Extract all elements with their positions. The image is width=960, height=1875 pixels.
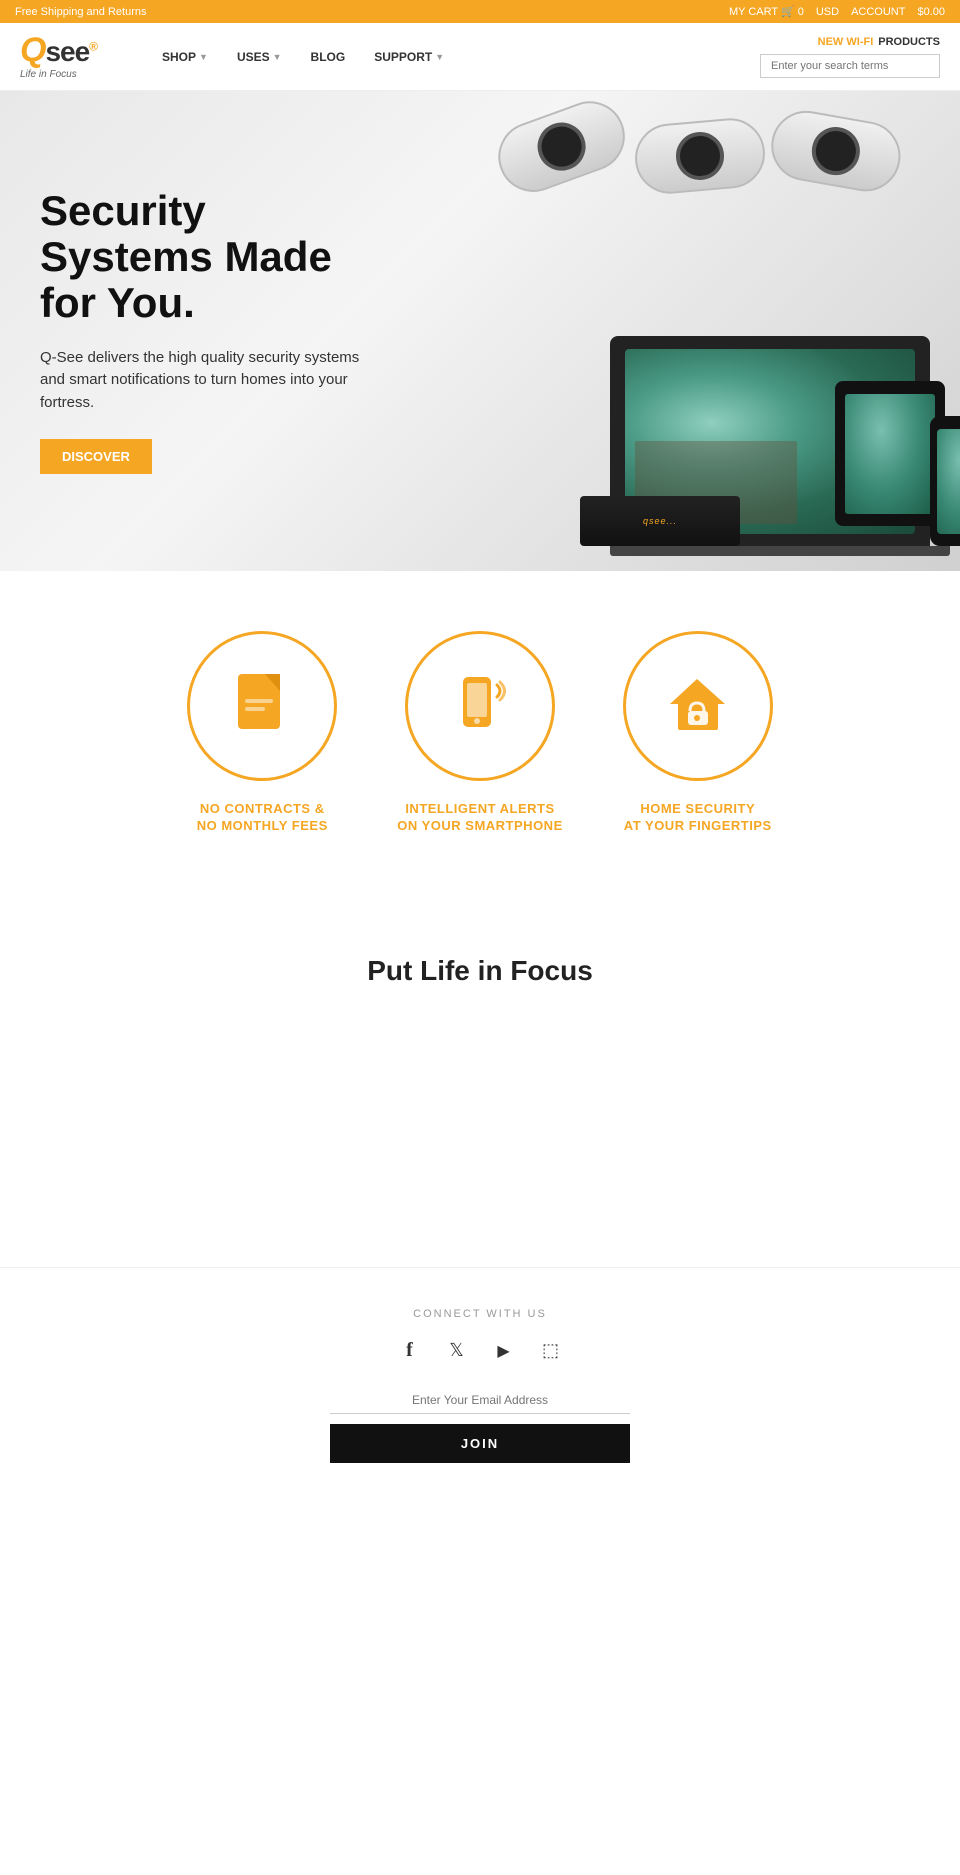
shop-chevron-icon: ▼: [199, 52, 208, 62]
instagram-icon[interactable]: ⬚: [535, 1335, 567, 1367]
feature-no-contracts: NO CONTRACTS & NO MONTHLY FEES: [187, 631, 337, 835]
connect-section: CONNECT WITH US f 𝕏 ▶ ⬚ JOIN: [0, 1267, 960, 1503]
home-security-line2: AT YOUR FINGERTIPS: [624, 818, 772, 835]
logo-see: see: [45, 36, 89, 67]
nav-support[interactable]: SUPPORT ▼: [362, 42, 456, 72]
tablet-screen: [845, 394, 935, 514]
document-icon: [230, 669, 295, 744]
uses-chevron-icon: ▼: [273, 52, 282, 62]
nav-uses-label: USES: [237, 50, 270, 64]
hero-content: Security Systems Made for You. Q-See del…: [0, 148, 420, 514]
hero-subtitle: Q-See delivers the high quality security…: [40, 347, 380, 415]
main-nav: SHOP ▼ USES ▼ BLOG SUPPORT ▼ NEW WI-FI P…: [150, 36, 940, 78]
facebook-icon[interactable]: f: [394, 1335, 426, 1367]
no-contracts-line1: NO CONTRACTS &: [197, 801, 328, 818]
cart-count: 0: [798, 6, 804, 18]
home-security-line1: HOME SECURITY: [624, 801, 772, 818]
alerts-icon-circle: [405, 631, 555, 781]
feature-home-security: HOME SECURITY AT YOUR FINGERTIPS: [623, 631, 773, 835]
cart-link[interactable]: MY CART 🛒 0: [729, 5, 804, 18]
alerts-line1: INTELLIGENT ALERTS: [397, 801, 563, 818]
cart-icon: 🛒: [781, 6, 795, 18]
email-input[interactable]: [330, 1387, 630, 1414]
social-icons: f 𝕏 ▶ ⬚: [20, 1335, 940, 1367]
nav-blog-label: BLOG: [311, 50, 346, 64]
nav-right: NEW WI-FI PRODUCTS: [760, 36, 940, 78]
support-chevron-icon: ▼: [435, 52, 444, 62]
top-nav-links: NEW WI-FI PRODUCTS: [760, 36, 940, 48]
logo: Qsee®: [20, 33, 97, 67]
no-contracts-icon-circle: [187, 631, 337, 781]
home-security-label: HOME SECURITY AT YOUR FINGERTIPS: [624, 801, 772, 835]
logo-area[interactable]: Qsee® Life in Focus: [20, 33, 130, 80]
top-bar-right: MY CART 🛒 0 USD ACCOUNT $0.00: [729, 5, 945, 18]
home-security-icon-circle: [623, 631, 773, 781]
nav-shop[interactable]: SHOP ▼: [150, 42, 220, 72]
home-lock-icon: [660, 669, 735, 744]
nav-left: SHOP ▼ USES ▼ BLOG SUPPORT ▼: [150, 42, 456, 72]
no-contracts-label: NO CONTRACTS & NO MONTHLY FEES: [197, 801, 328, 835]
no-contracts-line2: NO MONTHLY FEES: [197, 818, 328, 835]
twitter-icon[interactable]: 𝕏: [441, 1335, 473, 1367]
laptop-base: [610, 546, 950, 556]
dvr-box: qsee...: [580, 496, 740, 546]
hero-image-area: qsee...: [380, 91, 960, 571]
youtube-icon[interactable]: ▶: [488, 1335, 520, 1367]
search-input[interactable]: [760, 54, 940, 78]
smartphone-icon: [443, 669, 518, 744]
new-wifi-link[interactable]: NEW WI-FI: [818, 36, 874, 48]
free-shipping-text: Free Shipping and Returns: [15, 6, 146, 18]
focus-section: Put Life in Focus: [0, 895, 960, 1267]
nav-blog[interactable]: BLOG: [299, 42, 358, 72]
logo-tagline: Life in Focus: [20, 69, 77, 80]
account-link[interactable]: ACCOUNT: [851, 6, 905, 18]
features-section: NO CONTRACTS & NO MONTHLY FEES INTELLIGE…: [0, 571, 960, 895]
nav-support-label: SUPPORT: [374, 50, 432, 64]
connect-title: CONNECT WITH US: [20, 1308, 940, 1320]
discover-button[interactable]: Discover: [40, 439, 152, 474]
alerts-line2: ON YOUR SMARTPHONE: [397, 818, 563, 835]
logo-q: Q: [20, 31, 45, 69]
alerts-label: INTELLIGENT ALERTS ON YOUR SMARTPHONE: [397, 801, 563, 835]
header: Qsee® Life in Focus SHOP ▼ USES ▼ BLOG S…: [0, 23, 960, 91]
nav-shop-label: SHOP: [162, 50, 196, 64]
focus-grid: [20, 1027, 940, 1227]
feature-alerts: INTELLIGENT ALERTS ON YOUR SMARTPHONE: [397, 631, 563, 835]
dvr-label: qsee...: [643, 516, 677, 526]
join-button[interactable]: JOIN: [330, 1424, 630, 1463]
nav-uses[interactable]: USES ▼: [225, 42, 294, 72]
logo-registered: ®: [89, 40, 97, 54]
products-link[interactable]: PRODUCTS: [878, 36, 940, 48]
top-bar: Free Shipping and Returns MY CART 🛒 0 US…: [0, 0, 960, 23]
phone-mockup: [930, 416, 960, 546]
phone-screen: [937, 429, 960, 534]
cart-label: MY CART: [729, 6, 778, 18]
hero-title: Security Systems Made for You.: [40, 188, 380, 327]
currency-selector[interactable]: USD: [816, 6, 839, 18]
tablet-mockup: [835, 381, 945, 526]
cart-value: $0.00: [917, 6, 945, 18]
footer-space: [0, 1503, 960, 1803]
hero-section: Security Systems Made for You. Q-See del…: [0, 91, 960, 571]
focus-title: Put Life in Focus: [20, 955, 940, 987]
